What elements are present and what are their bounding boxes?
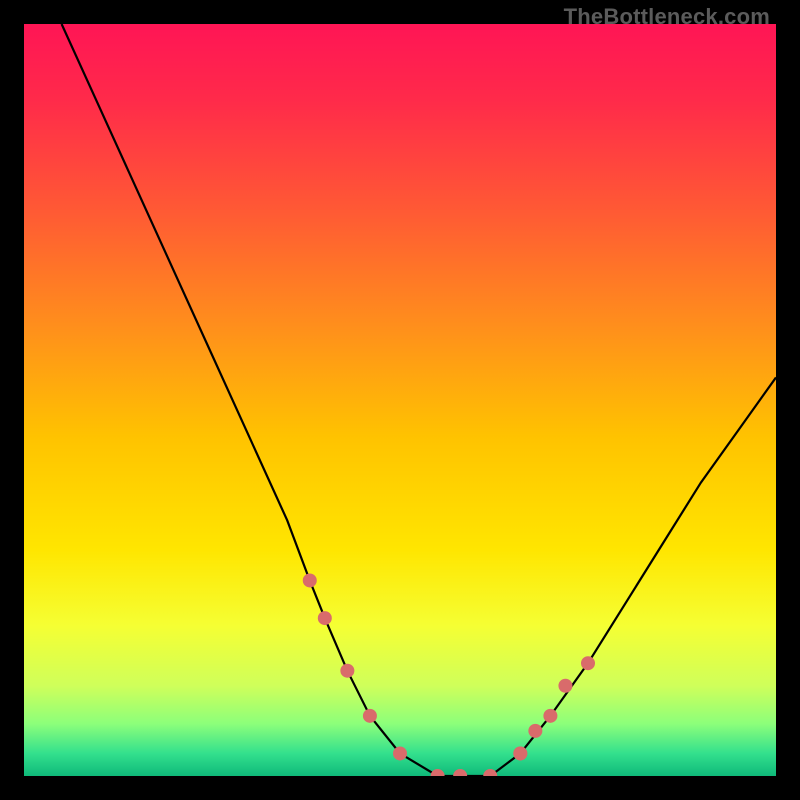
dot	[513, 746, 527, 760]
dot	[340, 664, 354, 678]
dot	[303, 573, 317, 587]
dot	[558, 679, 572, 693]
watermark-text: TheBottleneck.com	[564, 4, 770, 30]
plot-frame	[24, 24, 776, 776]
plot-svg	[24, 24, 776, 776]
dot	[318, 611, 332, 625]
dot	[581, 656, 595, 670]
dot	[543, 709, 557, 723]
dot	[528, 724, 542, 738]
dot	[363, 709, 377, 723]
plot-background	[24, 24, 776, 776]
dot	[393, 746, 407, 760]
